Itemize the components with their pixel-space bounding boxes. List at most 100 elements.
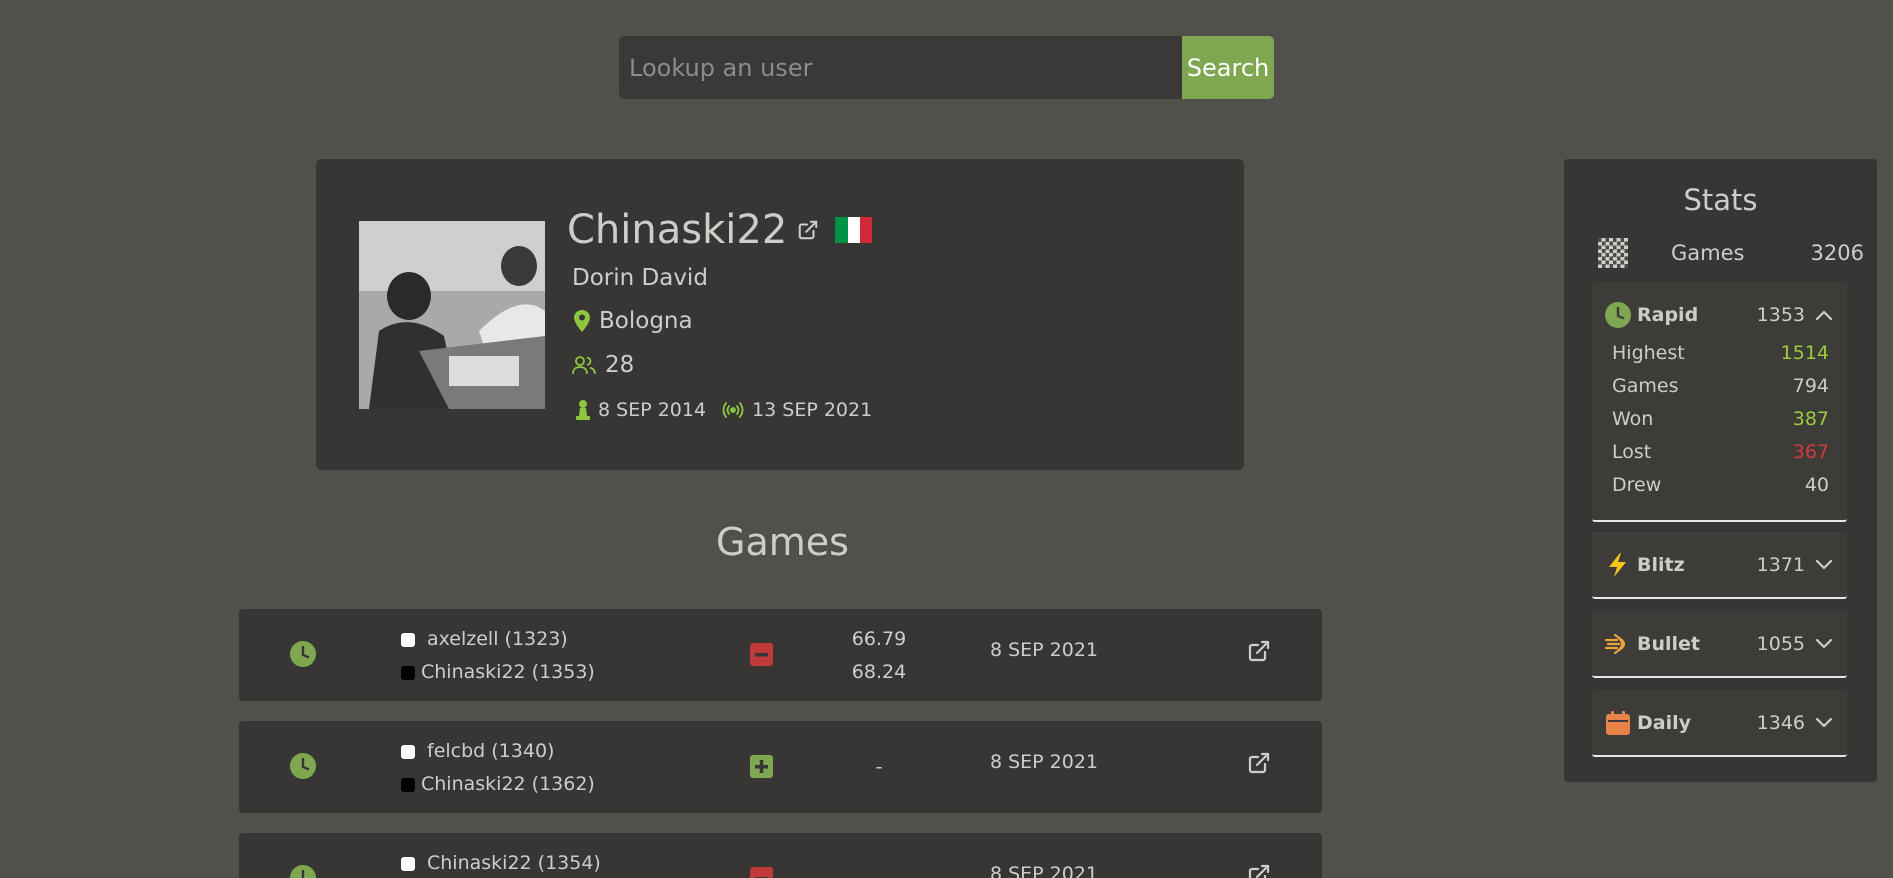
- black-player-name: Chinaski22 (1353): [421, 661, 595, 683]
- white-piece-icon: [401, 632, 415, 647]
- black-player-name: Chinaski22 (1362): [421, 773, 595, 795]
- games-label: Games: [1671, 241, 1745, 265]
- lightning-icon: [1605, 552, 1631, 578]
- drew-label: Drew: [1612, 474, 1662, 496]
- rapid-highest-row: Highest 1514: [1612, 342, 1829, 364]
- users-icon: [572, 355, 596, 375]
- avatar: [359, 221, 545, 409]
- games-label: Games: [1612, 375, 1679, 397]
- games-title: Games: [716, 520, 849, 564]
- followers-count: 28: [605, 352, 635, 378]
- game-row: felcbd (1340) Chinaski22 (1362) - 8 SEP …: [239, 721, 1322, 813]
- white-player-name: felcbd (1340): [427, 740, 555, 762]
- accuracy-black: 68.24: [851, 661, 907, 683]
- calendar-icon: [1605, 710, 1631, 736]
- white-piece-icon: [401, 856, 415, 871]
- clock-icon: [290, 753, 316, 783]
- blitz-header[interactable]: Blitz 1371: [1592, 532, 1847, 598]
- location-row: Bologna: [574, 308, 693, 334]
- rapid-header[interactable]: Rapid 1353: [1592, 282, 1847, 348]
- location: Bologna: [599, 308, 693, 334]
- stats-panel: Stats Games 3206 Rapid 1353 Highest 1514…: [1564, 159, 1877, 782]
- daily-panel: Daily 1346: [1592, 690, 1847, 757]
- joined-date-group: 8 SEP 2014: [576, 399, 706, 421]
- joined-date: 8 SEP 2014: [598, 399, 707, 421]
- game-row: Chinaski22 (1354) 8 SEP 2021: [239, 833, 1322, 878]
- daily-rating: 1346: [1756, 712, 1805, 734]
- white-player: axelzell (1323): [401, 623, 631, 656]
- white-player: Chinaski22 (1354): [401, 847, 631, 878]
- players: axelzell (1323) Chinaski22 (1353): [401, 623, 631, 689]
- lost-value: 367: [1792, 441, 1829, 463]
- external-link-icon[interactable]: [1247, 751, 1271, 779]
- plus-square-icon: [750, 755, 773, 782]
- stats-title: Stats: [1683, 183, 1758, 217]
- highest-label: Highest: [1612, 342, 1685, 364]
- black-player: Chinaski22 (1353): [401, 656, 631, 689]
- rapid-won-row: Won 387: [1612, 408, 1829, 430]
- flag-stripe-white: [847, 217, 860, 243]
- won-label: Won: [1612, 408, 1654, 430]
- white-player: felcbd (1340): [401, 735, 631, 768]
- chevron-up-icon[interactable]: [1815, 309, 1833, 321]
- external-link-icon[interactable]: [1247, 639, 1271, 667]
- username-row: Chinaski22: [567, 205, 873, 255]
- external-link-icon[interactable]: [1247, 863, 1271, 878]
- rapid-panel: Rapid 1353 Highest 1514 Games 794 Won 38…: [1592, 282, 1847, 522]
- bullet-rating: 1055: [1756, 633, 1805, 655]
- bullet-icon: [1605, 631, 1631, 657]
- bullet-header[interactable]: Bullet 1055: [1592, 611, 1847, 677]
- username: Chinaski22: [567, 207, 788, 253]
- white-player-name: axelzell (1323): [427, 628, 568, 650]
- black-piece-icon: [401, 777, 415, 792]
- rapid-lost-row: Lost 367: [1612, 441, 1829, 463]
- search-bar: Search: [619, 36, 1274, 99]
- bullet-label: Bullet: [1637, 633, 1701, 655]
- dates-row: 8 SEP 2014 13 SEP 2021: [576, 399, 872, 421]
- won-value: 387: [1792, 408, 1829, 430]
- game-date: 8 SEP 2021: [989, 639, 1099, 661]
- accuracy-white: -: [875, 756, 883, 778]
- black-player: Chinaski22 (1362): [401, 768, 631, 801]
- drew-value: 40: [1804, 474, 1829, 496]
- bullet-panel: Bullet 1055: [1592, 611, 1847, 678]
- players: felcbd (1340) Chinaski22 (1362): [401, 735, 631, 801]
- lost-label: Lost: [1612, 441, 1652, 463]
- players: Chinaski22 (1354): [401, 847, 631, 878]
- highest-value: 1514: [1780, 342, 1829, 364]
- game-date: 8 SEP 2021: [989, 751, 1099, 773]
- profile-card: Chinaski22 Dorin David Bologna 28 8 SEP …: [316, 159, 1244, 470]
- external-link-icon[interactable]: [797, 219, 819, 241]
- game-date: 8 SEP 2021: [989, 863, 1099, 878]
- rapid-label: Rapid: [1637, 304, 1699, 326]
- broadcast-icon: [722, 402, 744, 418]
- search-button[interactable]: Search: [1182, 36, 1274, 99]
- chevron-down-icon[interactable]: [1815, 559, 1833, 571]
- game-row: axelzell (1323) Chinaski22 (1353) 66.79 …: [239, 609, 1322, 701]
- chevron-down-icon[interactable]: [1815, 638, 1833, 650]
- games-value: 794: [1792, 375, 1829, 397]
- last-online-date: 13 SEP 2021: [752, 399, 873, 421]
- black-piece-icon: [401, 665, 415, 680]
- minus-square-icon: [750, 867, 773, 878]
- clock-icon: [290, 641, 316, 671]
- daily-label: Daily: [1637, 712, 1692, 734]
- games-total: 3206: [1810, 241, 1864, 265]
- rapid-rating: 1353: [1756, 304, 1805, 326]
- blitz-rating: 1371: [1756, 554, 1805, 576]
- white-player-name: Chinaski22 (1354): [427, 852, 601, 874]
- chessboard-icon: [1598, 238, 1628, 268]
- flag-stripe-red: [859, 217, 873, 243]
- chevron-down-icon[interactable]: [1815, 717, 1833, 729]
- search-input[interactable]: [619, 36, 1182, 99]
- italy-flag-icon: [835, 217, 873, 243]
- real-name: Dorin David: [572, 265, 708, 291]
- daily-header[interactable]: Daily 1346: [1592, 690, 1847, 756]
- flag-stripe-green: [835, 217, 848, 243]
- accuracy: 66.79 68.24: [829, 623, 929, 689]
- white-piece-icon: [401, 744, 415, 759]
- rapid-drew-row: Drew 40: [1612, 474, 1829, 496]
- followers-row: 28: [572, 352, 634, 378]
- blitz-label: Blitz: [1637, 554, 1685, 576]
- stats-games-row: Games 3206: [1598, 237, 1864, 269]
